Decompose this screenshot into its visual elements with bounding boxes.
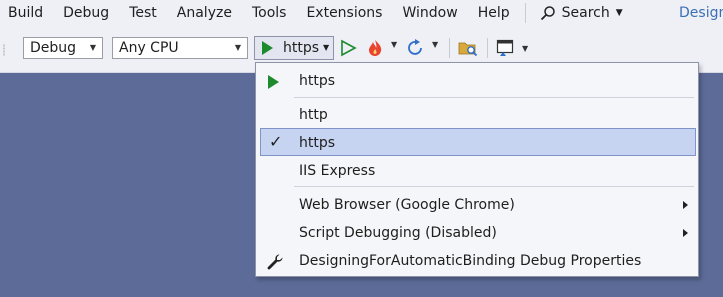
menu-separator (294, 186, 694, 187)
chevron-down-icon: ▼ (89, 43, 96, 52)
menu-item-label: http (299, 107, 328, 123)
window-layout-icon[interactable] (496, 38, 516, 58)
hot-reload-icon[interactable] (366, 38, 384, 58)
submenu-arrow-icon (683, 229, 688, 237)
menu-item-profile-iis-express[interactable]: IIS Express (256, 157, 698, 185)
menu-build[interactable]: Build (0, 0, 54, 26)
start-without-debugging-icon[interactable] (339, 38, 357, 58)
wrench-icon (267, 254, 283, 270)
menu-item-label: DesigningForAutomaticBinding Debug Prope… (299, 253, 642, 269)
menu-item-profile-https[interactable]: ✓ https (260, 128, 696, 156)
menu-item-debug-properties[interactable]: DesigningForAutomaticBinding Debug Prope… (256, 247, 698, 275)
menu-item-label: https (299, 135, 336, 151)
menu-item-label: Web Browser (Google Chrome) (299, 197, 515, 213)
menu-analyze[interactable]: Analyze (168, 0, 243, 26)
chevron-down-icon[interactable]: ▼ (432, 40, 438, 49)
menu-bar: Build Debug Test Analyze Tools Extension… (0, 0, 723, 26)
search-button[interactable]: Search ▼ (534, 5, 629, 21)
configuration-value: Debug (30, 40, 77, 56)
launch-profile-menu: https http ✓ https IIS Express Web Brows… (255, 62, 699, 277)
menu-help[interactable]: Help (469, 0, 521, 26)
menu-window[interactable]: Window (393, 0, 468, 26)
window-title: Design (670, 0, 723, 26)
toolbar-separator (449, 38, 450, 58)
chevron-down-icon[interactable]: ▼ (323, 38, 329, 58)
chevron-down-icon: ▼ (234, 43, 241, 52)
toolbar-separator (487, 38, 488, 58)
search-label: Search (561, 5, 610, 21)
restart-icon[interactable] (407, 38, 425, 58)
chevron-down-icon: ▼ (615, 8, 623, 18)
start-debugging-button[interactable]: https ▼ (254, 36, 334, 60)
menu-debug[interactable]: Debug (54, 0, 120, 26)
menu-item-label: IIS Express (299, 163, 376, 179)
menu-item-script-debugging[interactable]: Script Debugging (Disabled) (256, 219, 698, 247)
configuration-dropdown[interactable]: Debug ▼ (23, 37, 103, 59)
play-icon (262, 41, 273, 55)
menu-extensions[interactable]: Extensions (297, 0, 393, 26)
menu-item-profile-http[interactable]: http (256, 101, 698, 129)
menu-separator (524, 3, 526, 23)
menu-item-label: Script Debugging (Disabled) (299, 225, 497, 241)
menu-item-web-browser[interactable]: Web Browser (Google Chrome) (256, 191, 698, 219)
toolbar-overflow-icon[interactable]: ▼ (522, 44, 528, 53)
play-icon (268, 75, 279, 89)
chevron-down-icon[interactable]: ▼ (391, 40, 397, 49)
checkmark-icon: ✓ (269, 132, 283, 151)
menu-item-label: https (299, 73, 336, 89)
platform-dropdown[interactable]: Any CPU ▼ (112, 37, 248, 59)
search-icon (540, 6, 555, 21)
browse-folder-icon[interactable] (458, 38, 478, 58)
menu-test[interactable]: Test (120, 0, 168, 26)
submenu-arrow-icon (683, 201, 688, 209)
menu-item-start[interactable]: https (256, 67, 698, 95)
launch-profile-label: https (283, 40, 320, 56)
menu-separator (294, 97, 694, 98)
platform-value: Any CPU (119, 40, 179, 56)
toolbar-grip[interactable] (3, 44, 5, 56)
menu-tools[interactable]: Tools (243, 0, 298, 26)
